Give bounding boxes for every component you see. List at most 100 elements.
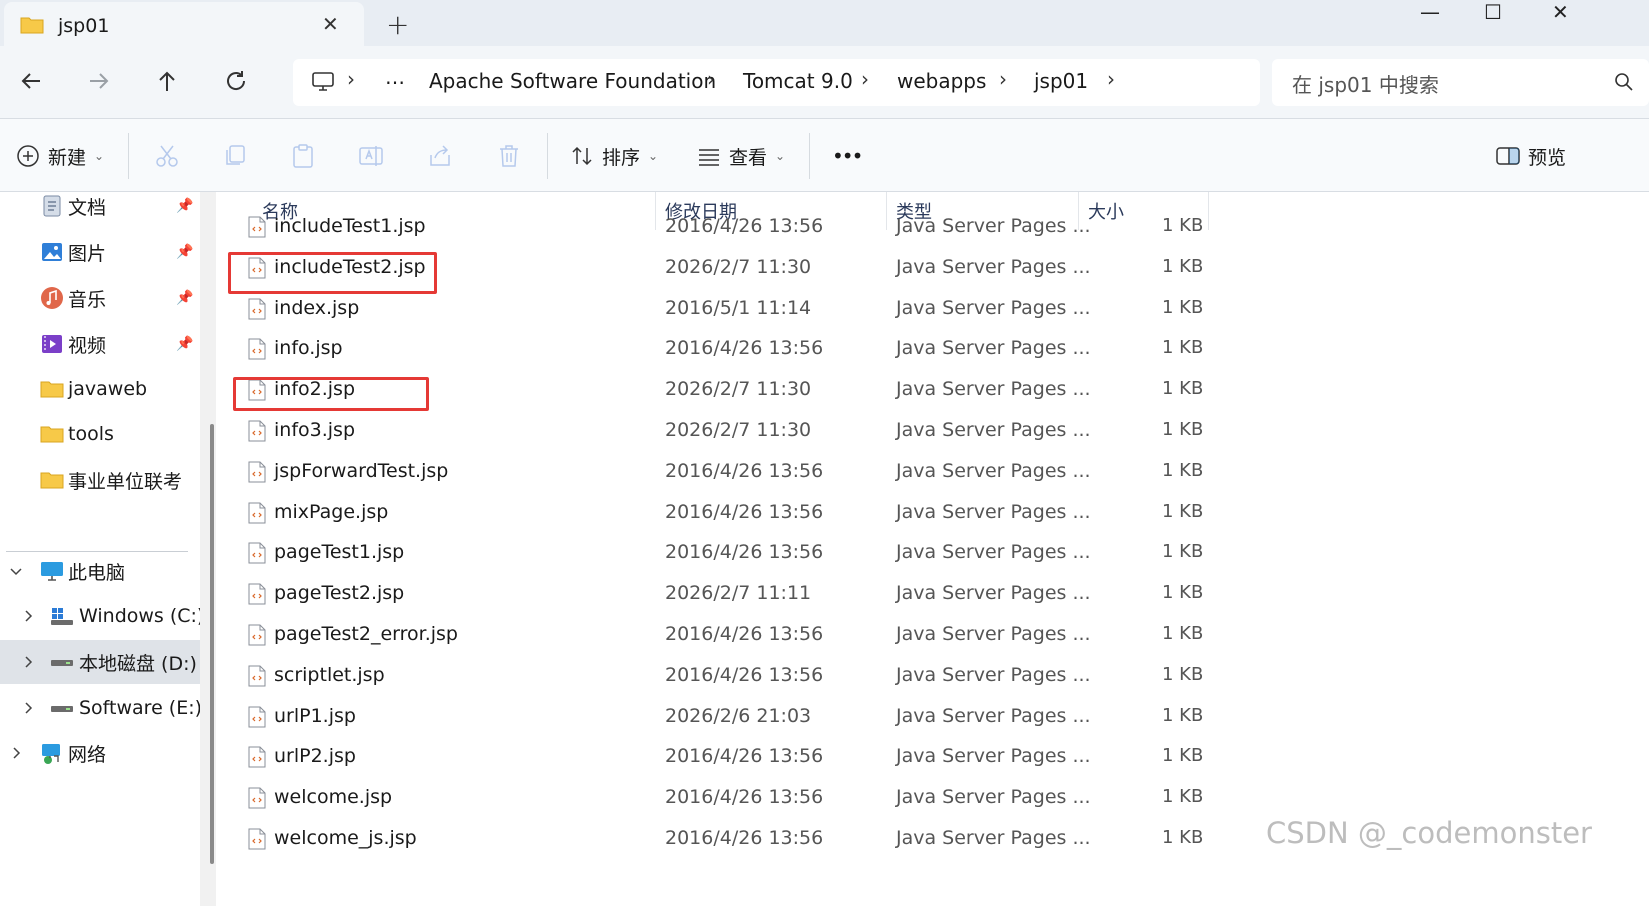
delete-button[interactable]	[496, 119, 522, 193]
jsp-file-icon	[248, 216, 266, 238]
chevron-right-icon[interactable]	[20, 700, 36, 716]
file-date: 2016/5/1 11:14	[665, 296, 812, 319]
minimize-button[interactable]: —	[1420, 0, 1440, 24]
paste-button[interactable]	[290, 119, 316, 193]
file-date: 2016/4/26 13:56	[665, 215, 824, 237]
pin-icon: 📌	[176, 290, 194, 306]
sidebar-item-javaweb[interactable]: javaweb	[0, 367, 200, 411]
address-bar: › … Apache Software Foundation › Tomcat …	[0, 46, 1649, 118]
chevron-down-icon: ⌄	[775, 149, 786, 163]
sidebar-item-drive-d[interactable]: 本地磁盘 (D:)	[0, 640, 200, 684]
search-input[interactable]: 在 jsp01 中搜索	[1272, 59, 1649, 106]
sidebar-item-videos[interactable]: 视频 📌	[0, 322, 200, 366]
file-row[interactable]: welcome_js.jsp 2016/4/26 13:56 Java Server…	[216, 819, 1216, 860]
file-row[interactable]: pageTest2.jsp 2026/2/7 11:11 Java Server P…	[216, 574, 1216, 615]
sidebar-scrollbar-thumb[interactable]	[210, 424, 214, 864]
file-row[interactable]: pageTest1.jsp 2016/4/26 13:56 Java Server …	[216, 533, 1216, 574]
jsp-file-icon	[248, 787, 266, 809]
more-options-button[interactable]: •••	[832, 119, 863, 193]
chevron-right-icon[interactable]	[20, 654, 36, 670]
chevron-down-icon[interactable]	[8, 563, 24, 579]
share-icon	[430, 145, 450, 166]
new-button[interactable]: 新建 ⌄	[16, 119, 104, 193]
view-label: 查看	[729, 146, 768, 169]
file-name: info3.jsp	[274, 419, 356, 441]
refresh-icon[interactable]	[219, 64, 253, 98]
file-type: Java Server Pages ...	[896, 786, 1091, 809]
tab-jsp01[interactable]: jsp01 ✕	[4, 2, 364, 46]
sidebar-item-tools[interactable]: tools	[0, 412, 200, 456]
file-row[interactable]: pageTest2_error.jsp 2016/4/26 13:56 Java S…	[216, 615, 1216, 656]
breadcrumb[interactable]: › … Apache Software Foundation › Tomcat …	[293, 59, 1260, 106]
file-date: 2026/2/7 11:30	[665, 419, 812, 441]
file-row[interactable]: index.jsp 2016/5/1 11:14 Java Server Pages…	[216, 289, 1216, 330]
tab-title: jsp01	[58, 15, 110, 37]
forward-icon[interactable]	[82, 64, 116, 98]
back-icon[interactable]	[14, 64, 48, 98]
cut-button[interactable]	[154, 119, 180, 193]
up-icon[interactable]	[150, 64, 184, 98]
file-size: 1 KB	[1162, 419, 1204, 440]
file-row[interactable]: scriptlet.jsp 2016/4/26 13:56 Java Server …	[216, 656, 1216, 697]
sidebar-item-network[interactable]: 网络	[0, 731, 200, 775]
file-row[interactable]: welcome.jsp 2016/4/26 13:56 Java Server Pa…	[216, 778, 1216, 819]
file-date: 2016/4/26 13:56	[665, 786, 824, 809]
jsp-file-icon	[248, 298, 266, 320]
folder-icon	[40, 381, 64, 398]
sort-button[interactable]: 排序 ⌄	[570, 119, 658, 193]
file-type: Java Server Pages ...	[896, 296, 1091, 319]
sidebar-item-drive-c[interactable]: Windows (C:)	[0, 594, 204, 638]
file-row[interactable]: info3.jsp 2026/2/7 11:30 Java Server Pages…	[216, 411, 1216, 452]
breadcrumb-tomcat[interactable]: Tomcat 9.0	[743, 69, 853, 93]
sidebar-item-exam-folder[interactable]: 事业单位联考	[0, 458, 200, 502]
jsp-file-icon	[248, 746, 266, 768]
sidebar-item-drive-e[interactable]: Software (E:)	[0, 686, 202, 730]
breadcrumb-apache[interactable]: Apache Software Foundation	[429, 69, 716, 93]
file-row[interactable]: urlP2.jsp 2016/4/26 13:56 Java Server Page…	[216, 737, 1216, 778]
copy-button[interactable]	[222, 119, 248, 193]
view-button[interactable]: 查看 ⌄	[697, 119, 785, 193]
file-row[interactable]: includeTest1.jsp 2016/4/26 13:56 Java Serv…	[216, 207, 1216, 248]
file-date: 2026/2/6 21:03	[665, 704, 812, 727]
file-size: 1 KB	[1162, 786, 1204, 808]
sidebar-item-documents[interactable]: 文档 📌	[0, 184, 200, 228]
share-button[interactable]	[427, 119, 453, 193]
breadcrumb-jsp01[interactable]: jsp01	[1034, 69, 1088, 93]
file-date: 2016/4/26 13:56	[665, 827, 824, 849]
file-row[interactable]: urlP1.jsp 2026/2/6 21:03 Java Server Pages…	[216, 697, 1216, 738]
sidebar-item-music[interactable]: 音乐 📌	[0, 276, 200, 320]
pin-icon: 📌	[176, 198, 194, 214]
chevron-right-icon[interactable]	[8, 745, 24, 761]
sidebar-item-pictures[interactable]: 图片 📌	[0, 230, 200, 274]
rename-button[interactable]	[358, 119, 384, 193]
file-row[interactable]: mixPage.jsp 2016/4/26 13:56 Java Server Pa…	[216, 493, 1216, 534]
sidebar-item-this-pc[interactable]: 此电脑	[0, 549, 200, 593]
sidebar-label: tools	[68, 423, 114, 445]
file-type: Java Server Pages ...	[896, 663, 1091, 686]
file-row[interactable]: info.jsp 2016/4/26 13:56 Java Server Pages…	[216, 329, 1216, 370]
file-type: Java Server Pages ...	[896, 255, 1091, 278]
file-size: 1 KB	[1162, 704, 1204, 726]
preview-button[interactable]: 预览	[1496, 119, 1566, 193]
file-name: urlP1.jsp	[274, 704, 356, 727]
file-date: 2016/4/26 13:56	[665, 623, 824, 645]
search-icon[interactable]	[1614, 72, 1634, 92]
new-tab-button[interactable]: +	[386, 8, 409, 41]
breadcrumb-webapps[interactable]: webapps	[897, 69, 986, 93]
file-size: 1 KB	[1162, 296, 1204, 318]
file-row[interactable]: jspForwardTest.jsp 2016/4/26 13:56 Java Se…	[216, 452, 1216, 493]
command-bar: 新建 ⌄ 排序 ⌄ 查看 ⌄ ••• 预览	[0, 118, 1649, 192]
chevron-right-icon[interactable]	[20, 608, 36, 624]
file-size: 1 KB	[1162, 215, 1204, 236]
close-window-button[interactable]: ✕	[1552, 0, 1569, 24]
monitor-icon[interactable]	[311, 71, 335, 93]
highlight-box	[233, 377, 429, 411]
picture-icon	[42, 243, 62, 261]
file-size: 1 KB	[1162, 623, 1204, 644]
breadcrumb-overflow[interactable]: …	[385, 65, 405, 89]
maximize-button[interactable]: ☐	[1484, 0, 1502, 24]
tab-close-button[interactable]: ✕	[322, 12, 339, 36]
navigation-pane: 文档 📌 图片 📌 音乐 📌 视频 📌 javaweb tools 事业单位联考…	[0, 192, 216, 906]
preview-pane-icon	[1496, 147, 1520, 165]
file-name: pageTest2.jsp	[274, 582, 405, 605]
